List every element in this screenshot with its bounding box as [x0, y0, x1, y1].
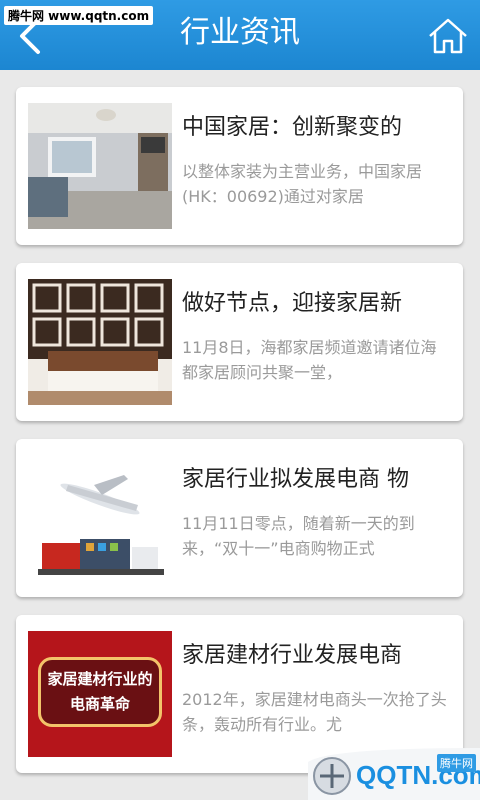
article-summary: 2012年，家居建材电商头一次抢了头条，轰动所有行业。尤 [182, 690, 447, 734]
article-list: 中国家居：创新聚变的 以整体家装为主营业务，中国家居(HK：00692)通过对家… [0, 70, 480, 800]
article-summary: 以整体家装为主营业务，中国家居(HK：00692)通过对家居 [182, 162, 423, 206]
watermark: 腾牛网 www.qqtn.com [4, 6, 154, 25]
article-card[interactable]: 中国家居：创新聚变的 以整体家装为主营业务，中国家居(HK：00692)通过对家… [16, 87, 463, 245]
article-thumbnail [28, 279, 172, 405]
article-title: 家居行业拟发展电商 物 [182, 467, 409, 492]
badge-tag: 腾牛网 [437, 754, 476, 772]
article-card[interactable]: 家居行业拟发展电商 物 11月11日零点，随着新一天的到来，“双十一”电商购物正… [16, 439, 463, 597]
thumbnail-banner: 家居建材行业的 电商革命 [38, 657, 162, 727]
qqtn-watermark-badge: QQTN.com 腾牛网 [298, 748, 480, 800]
article-title: 做好节点，迎接家居新 [182, 291, 403, 316]
home-icon [429, 18, 467, 54]
home-button[interactable] [426, 14, 470, 58]
article-title: 家居建材行业发展电商 [182, 643, 403, 668]
article-title: 中国家居：创新聚变的 [182, 115, 403, 140]
article-summary: 11月8日，海都家居频道邀请诸位海都家居顾问共聚一堂， [182, 338, 437, 382]
article-thumbnail [28, 455, 172, 581]
article-card[interactable]: 做好节点，迎接家居新 11月8日，海都家居频道邀请诸位海都家居顾问共聚一堂， [16, 263, 463, 421]
article-summary: 11月11日零点，随着新一天的到来，“双十一”电商购物正式 [182, 514, 415, 558]
article-thumbnail: 家居建材行业的 电商革命 [28, 631, 172, 757]
banner-line-2: 电商革命 [69, 695, 130, 713]
article-thumbnail [28, 103, 172, 229]
banner-line-1: 家居建材行业的 [47, 670, 153, 688]
